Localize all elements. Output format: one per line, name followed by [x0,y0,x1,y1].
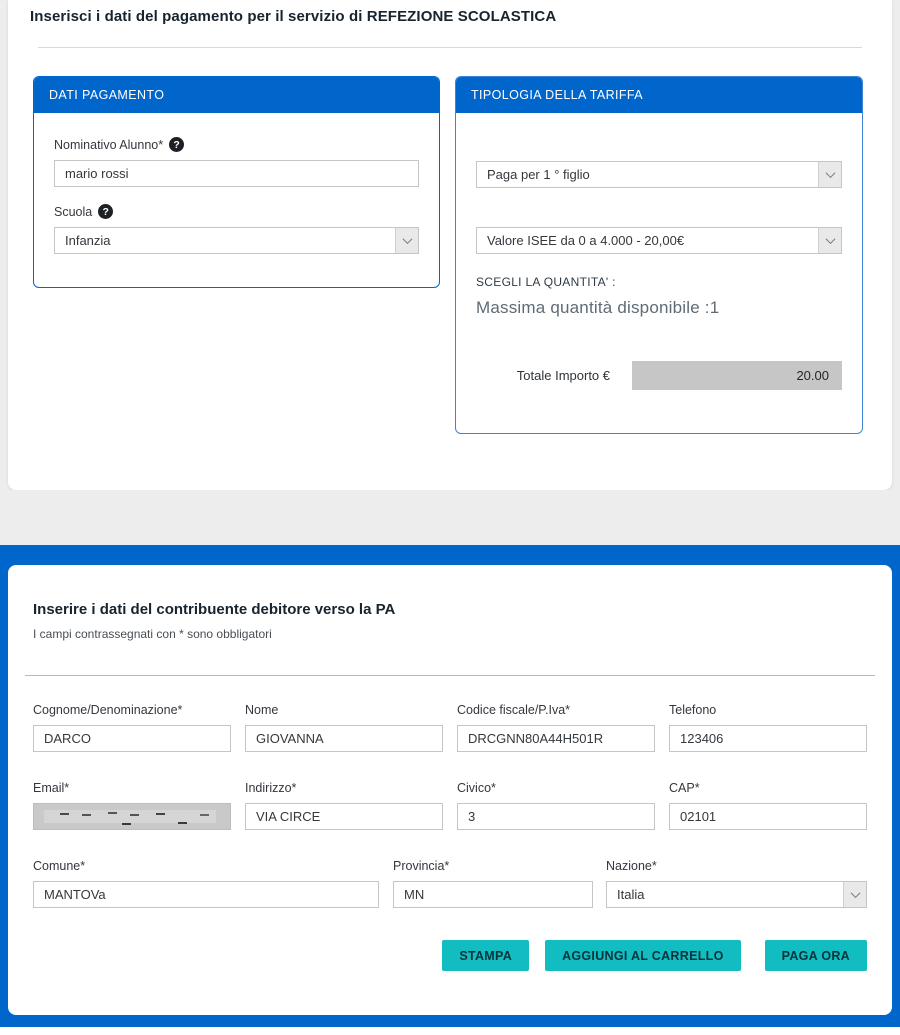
scuola-label: Scuola ? [54,204,419,219]
telefono-input[interactable] [669,725,867,752]
nominativo-alunno-input[interactable] [54,160,419,187]
nome-label: Nome [245,703,443,717]
total-amount-value: 20.00 [632,361,842,390]
nominativo-alunno-label: Nominativo Alunno* ? [54,137,419,152]
codice-fiscale-label: Codice fiscale/P.Iva* [457,703,655,717]
telefono-label: Telefono [669,703,867,717]
actions-row: STAMPA AGGIUNGI AL CARRELLO PAGA ORA [25,940,875,971]
debtor-divider [25,675,875,676]
panels-row: DATI PAGAMENTO Nominativo Alunno* ? Scuo… [33,76,867,434]
tipologia-tariffa-panel: TIPOLOGIA DELLA TARIFFA Paga per 1 ° fig… [455,76,863,434]
figlio-select[interactable]: Paga per 1 ° figlio [476,161,842,188]
indirizzo-label: Indirizzo* [245,781,443,795]
civico-label: Civico* [457,781,655,795]
comune-field-block: Comune* [33,859,379,908]
cognome-label: Cognome/Denominazione* [33,703,231,717]
paga-ora-button[interactable]: PAGA ORA [765,940,867,971]
indirizzo-input[interactable] [245,803,443,830]
debtor-form-row3: Comune* Provincia* Nazione* Italia [25,859,875,908]
nome-input[interactable] [245,725,443,752]
page: Inserisci i dati del pagamento per il se… [0,0,900,1035]
help-icon[interactable]: ? [169,137,184,152]
aggiungi-al-carrello-button[interactable]: AGGIUNGI AL CARRELLO [545,940,741,971]
comune-label: Comune* [33,859,379,873]
nazione-label: Nazione* [606,859,867,873]
required-fields-note: I campi contrassegnati con * sono obblig… [33,627,875,641]
provincia-field-block: Provincia* [393,859,593,908]
page-title: Inserisci i dati del pagamento per il se… [30,8,870,25]
email-field-block: Email* [33,781,231,830]
isee-select[interactable]: Valore ISEE da 0 a 4.000 - 20,00€ [476,227,842,254]
cap-field-block: CAP* [669,781,867,830]
debtor-title: Inserire i dati del contribuente debitor… [33,601,875,618]
quantity-label: SCEGLI LA QUANTITA' : [476,275,842,289]
debtor-form-grid: Cognome/Denominazione* Nome Codice fisca… [25,703,875,830]
civico-field-block: Civico* [457,781,655,830]
nazione-field-block: Nazione* Italia [606,859,867,908]
section-gap [0,490,900,545]
codice-fiscale-field-block: Codice fiscale/P.Iva* [457,703,655,752]
cognome-input[interactable] [33,725,231,752]
total-amount-label: Totale Importo € [517,368,610,383]
max-quantity-text: Massima quantità disponibile :1 [476,298,842,318]
email-label: Email* [33,781,231,795]
provincia-label: Provincia* [393,859,593,873]
email-field-redacted[interactable] [33,803,231,830]
nazione-select[interactable]: Italia [606,881,867,908]
cap-label: CAP* [669,781,867,795]
debtor-card: Inserire i dati del contribuente debitor… [8,565,892,1015]
comune-input[interactable] [33,881,379,908]
nome-field-block: Nome [245,703,443,752]
cap-input[interactable] [669,803,867,830]
payment-data-card: Inserisci i dati del pagamento per il se… [8,0,892,490]
civico-input[interactable] [457,803,655,830]
cognome-field-block: Cognome/Denominazione* [33,703,231,752]
telefono-field-block: Telefono [669,703,867,752]
help-icon[interactable]: ? [98,204,113,219]
provincia-input[interactable] [393,881,593,908]
dati-pagamento-panel: DATI PAGAMENTO Nominativo Alunno* ? Scuo… [33,76,440,288]
tipologia-tariffa-header: TIPOLOGIA DELLA TARIFFA [456,77,862,113]
dati-pagamento-header: DATI PAGAMENTO [34,77,439,113]
title-divider [38,47,862,48]
debtor-section: Inserire i dati del contribuente debitor… [0,545,900,1027]
stampa-button[interactable]: STAMPA [442,940,529,971]
bottom-strip [0,1027,900,1035]
total-row: Totale Importo € 20.00 [476,361,842,390]
codice-fiscale-input[interactable] [457,725,655,752]
indirizzo-field-block: Indirizzo* [245,781,443,830]
scuola-select[interactable]: Infanzia [54,227,419,254]
